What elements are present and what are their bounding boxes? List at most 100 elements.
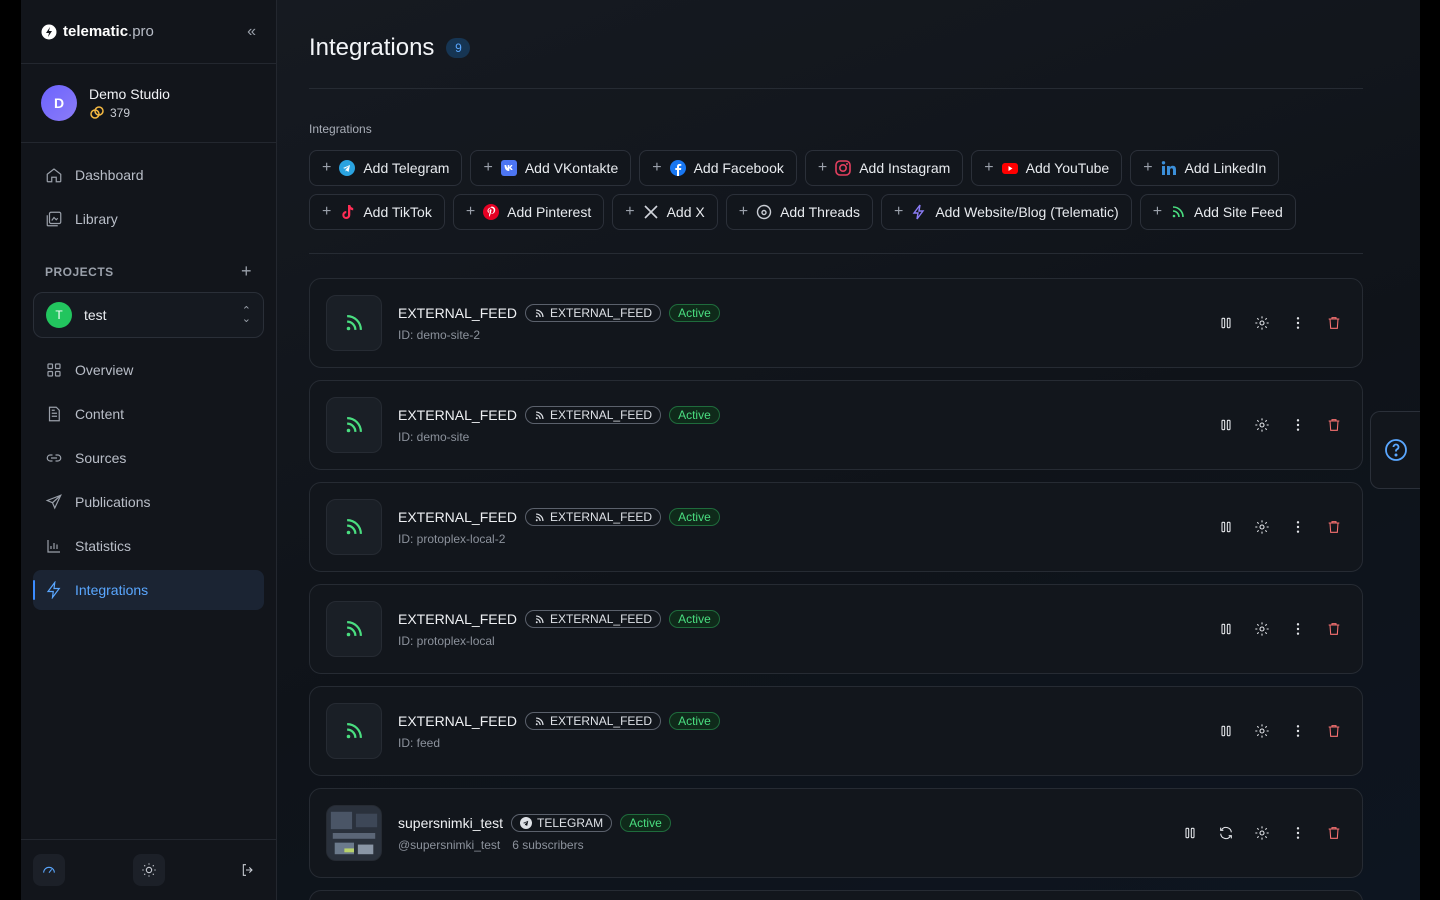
add-button-label: Add LinkedIn <box>1184 160 1267 176</box>
nav-top: Dashboard Library <box>21 143 276 239</box>
plus-icon: + <box>984 159 994 176</box>
sidebar-item-label: Overview <box>75 362 134 378</box>
add-telegram-button[interactable]: + Add Telegram <box>309 150 463 186</box>
refresh-button[interactable] <box>1218 825 1234 841</box>
delete-button[interactable] <box>1326 621 1342 637</box>
more-button[interactable] <box>1290 417 1306 433</box>
add-x-button[interactable]: + Add X <box>612 194 718 230</box>
theme-toggle-button[interactable] <box>132 854 165 886</box>
sidebar-item-statistics[interactable]: Statistics <box>33 526 264 566</box>
add-project-button[interactable]: + <box>241 261 252 282</box>
telegram-icon <box>339 160 356 176</box>
gear-icon <box>1255 418 1269 432</box>
more-button[interactable] <box>1290 315 1306 331</box>
add-threads-button[interactable]: + Add Threads <box>725 194 873 230</box>
rss-icon <box>326 703 382 759</box>
pause-button[interactable] <box>1218 417 1234 433</box>
channel-handle: @supersnimki_test <box>398 838 501 852</box>
integration-id: ID: protoplex-local <box>398 634 495 648</box>
pause-icon <box>1221 623 1231 635</box>
integration-card[interactable]: EXTERNAL_FEED EXTERNAL_FEED Active ID: d… <box>309 278 1363 368</box>
add-facebook-button[interactable]: + Add Facebook <box>639 150 797 186</box>
bar-chart-icon <box>47 540 60 553</box>
pause-button[interactable] <box>1218 315 1234 331</box>
more-button[interactable] <box>1290 519 1306 535</box>
sidebar-item-dashboard[interactable]: Dashboard <box>33 155 264 195</box>
studio-switcher[interactable]: D Demo Studio 379 <box>21 64 276 143</box>
integration-card[interactable]: EXTERNAL_FEED EXTERNAL_FEED Active ID: d… <box>309 380 1363 470</box>
sidebar-item-label: Library <box>75 211 118 227</box>
type-label: EXTERNAL_FEED <box>550 612 653 626</box>
integration-card[interactable]: EXTERNAL_FEED EXTERNAL_FEED Active ID: p… <box>309 584 1363 674</box>
sidebar-item-publications[interactable]: Publications <box>33 482 264 522</box>
pause-button[interactable] <box>1218 621 1234 637</box>
sidebar-item-library[interactable]: Library <box>33 199 264 239</box>
delete-button[interactable] <box>1326 825 1342 841</box>
add-vkontakte-button[interactable]: + Add VKontakte <box>470 150 632 186</box>
integration-id: ID: protoplex-local-2 <box>398 532 506 546</box>
more-vertical-icon <box>1296 725 1300 737</box>
delete-button[interactable] <box>1326 315 1342 331</box>
coins-icon <box>89 105 105 121</box>
delete-button[interactable] <box>1326 519 1342 535</box>
more-button[interactable] <box>1290 825 1306 841</box>
plus-icon: + <box>652 159 662 176</box>
project-select[interactable]: T test ⌃ ⌄ <box>33 292 264 338</box>
plus-icon: + <box>483 159 493 176</box>
pinterest-icon <box>483 204 500 220</box>
add-pinterest-button[interactable]: + Add Pinterest <box>452 194 605 230</box>
settings-button[interactable] <box>1254 519 1270 535</box>
integration-card-partial[interactable] <box>309 890 1363 900</box>
gauge-icon <box>43 866 55 873</box>
integration-card[interactable]: EXTERNAL_FEED EXTERNAL_FEED Active ID: p… <box>309 482 1363 572</box>
plus-icon: + <box>1152 203 1163 220</box>
pause-button[interactable] <box>1182 825 1198 841</box>
add-tiktok-button[interactable]: + Add TikTok <box>309 194 445 230</box>
plus-icon: + <box>817 159 828 176</box>
pause-button[interactable] <box>1218 519 1234 535</box>
integration-card[interactable]: supersnimki_test TELEGRAM Active @supers… <box>309 788 1363 878</box>
gear-icon <box>1255 724 1269 738</box>
add-site-feed-button[interactable]: + Add Site Feed <box>1139 194 1296 230</box>
sidebar-item-sources[interactable]: Sources <box>33 438 264 478</box>
grid-icon <box>47 363 61 377</box>
gear-icon <box>1255 826 1269 840</box>
rss-icon <box>535 716 544 725</box>
more-button[interactable] <box>1290 723 1306 739</box>
logo[interactable]: telematic .pro <box>41 23 154 40</box>
chevron-up-down-icon: ⌃ ⌄ <box>241 305 251 325</box>
integration-card[interactable]: EXTERNAL_FEED EXTERNAL_FEED Active ID: f… <box>309 686 1363 776</box>
status-badge: Active <box>669 508 720 526</box>
pause-icon <box>1221 521 1231 533</box>
add-youtube-button[interactable]: + Add YouTube <box>971 150 1123 186</box>
trash-icon <box>1328 827 1340 839</box>
delete-button[interactable] <box>1326 723 1342 739</box>
rss-icon <box>1170 204 1186 220</box>
add-instagram-button[interactable]: + Add Instagram <box>804 150 964 186</box>
sidebar-footer <box>21 839 276 900</box>
settings-button[interactable] <box>1254 825 1270 841</box>
settings-button[interactable] <box>1254 417 1270 433</box>
sidebar-item-overview[interactable]: Overview <box>33 350 264 390</box>
add-button-label: Add Site Feed <box>1194 204 1283 220</box>
sidebar-item-integrations[interactable]: Integrations <box>33 570 264 610</box>
logout-button[interactable] <box>232 854 264 886</box>
help-button[interactable] <box>1370 411 1420 489</box>
delete-button[interactable] <box>1326 417 1342 433</box>
linkedin-icon <box>1161 160 1177 176</box>
pause-button[interactable] <box>1218 723 1234 739</box>
instagram-icon <box>835 160 852 176</box>
settings-button[interactable] <box>1254 723 1270 739</box>
page-title: Integrations <box>309 34 435 61</box>
settings-button[interactable] <box>1254 315 1270 331</box>
type-badge: EXTERNAL_FEED <box>525 508 662 526</box>
sidebar-item-content[interactable]: Content <box>33 394 264 434</box>
add-linkedin-button[interactable]: + Add LinkedIn <box>1130 150 1280 186</box>
add-website-blog-button[interactable]: + Add Website/Blog (Telematic) <box>880 194 1132 230</box>
bolt-icon <box>911 204 927 220</box>
logo-suffix: .pro <box>128 23 154 40</box>
speedometer-button[interactable] <box>33 854 65 886</box>
more-button[interactable] <box>1290 621 1306 637</box>
collapse-sidebar-icon[interactable]: « <box>247 23 256 41</box>
settings-button[interactable] <box>1254 621 1270 637</box>
